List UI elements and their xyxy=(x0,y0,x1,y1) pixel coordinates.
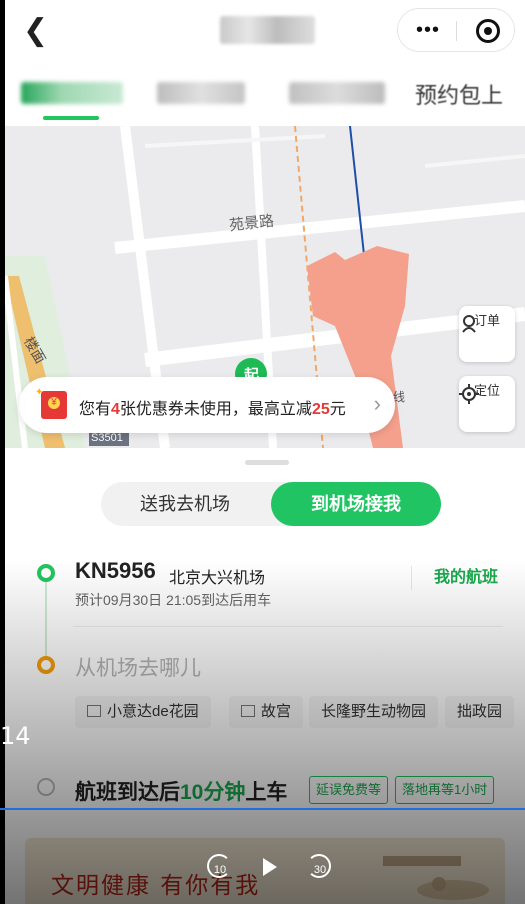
capsule-divider xyxy=(456,21,457,41)
tab-2[interactable] xyxy=(157,78,245,108)
tab-3[interactable] xyxy=(289,78,385,108)
back-arrow-icon[interactable]: ❮ xyxy=(23,16,51,48)
chevron-right-icon: › xyxy=(373,391,381,416)
page-title-redacted xyxy=(220,16,315,44)
top-nav-bar: ❮ ••• xyxy=(5,0,525,64)
more-dots-icon[interactable]: ••• xyxy=(416,19,440,42)
arrival-airport: 北京大兴机场 xyxy=(169,570,266,587)
forward-label: 30 xyxy=(313,864,327,876)
highway-shield-label: S3501 xyxy=(91,432,123,444)
video-timecode: 14 xyxy=(0,722,31,750)
trip-mode-switch: 送我去机场 到机场接我 xyxy=(101,482,441,526)
tab-3-label-redacted xyxy=(289,82,385,104)
flight-eta: 预计09月30日 21:05到达后用车 xyxy=(75,592,272,608)
rewind-10-button[interactable]: 10 xyxy=(205,852,235,882)
destination-input[interactable]: 从机场去哪儿 xyxy=(75,652,201,682)
wait-prefix: 航班到达后 xyxy=(75,781,180,804)
delay-free-wait-tag: 延误免费等 xyxy=(309,776,389,804)
booking-panel: 送我去机场 到机场接我 KN5956 北京大兴机场 预计09月30日 21:05… xyxy=(5,448,525,904)
tab-1-label-redacted xyxy=(21,82,123,104)
destination-suggestions: 小意达de花园 故宫 长隆野生动物园 拙政园 xyxy=(75,696,525,728)
coupon-suffix: 元 xyxy=(329,401,346,418)
wait-policy-text: 航班到达后10分钟上车 xyxy=(75,776,287,806)
suggestion-label: 小意达de花园 xyxy=(107,703,199,720)
my-flight-button[interactable]: 我的航班 xyxy=(411,566,498,590)
coupon-prefix: 您有 xyxy=(79,401,112,418)
locate-crosshair-icon xyxy=(459,384,479,404)
mode-to-airport[interactable]: 送我去机场 xyxy=(101,482,269,526)
route-connector-line xyxy=(45,582,47,658)
tab-1[interactable] xyxy=(21,78,123,108)
suggestion-chip-4[interactable]: 拙政园 xyxy=(445,696,515,728)
tab-active-indicator xyxy=(43,116,99,120)
user-order-icon xyxy=(462,315,476,333)
tab-4-label: 预约包上 xyxy=(415,83,504,108)
coupon-amount: 25 xyxy=(311,401,330,418)
coupon-middle: 张优惠券未使用，最高立减 xyxy=(119,401,312,418)
landing-wait-tag: 落地再等1小时 xyxy=(395,776,495,804)
suggestion-chip-3[interactable]: 长隆野生动物园 xyxy=(309,696,439,728)
briefcase-icon xyxy=(241,705,255,717)
wait-minutes: 10分钟 xyxy=(180,781,246,804)
locate-button[interactable]: 定位 xyxy=(459,376,515,432)
flight-info-row[interactable]: KN5956 北京大兴机场 预计09月30日 21:05到达后用车 我的航班 xyxy=(5,554,525,624)
suggestion-chip-home[interactable]: 小意达de花园 xyxy=(75,696,211,728)
origin-dot-icon xyxy=(37,564,55,582)
clock-icon xyxy=(37,778,55,796)
forward-30-button[interactable]: 30 xyxy=(305,852,335,882)
wait-policy-row: 航班到达后10分钟上车 延误免费等 落地再等1小时 xyxy=(5,770,525,810)
rewind-label: 10 xyxy=(213,864,227,876)
video-progress-line[interactable] xyxy=(0,808,525,810)
destination-row[interactable]: 从机场去哪儿 xyxy=(5,648,525,688)
red-envelope-icon xyxy=(41,391,67,419)
home-icon xyxy=(87,705,101,717)
destination-dot-icon xyxy=(37,656,55,674)
mode-pickup-at-airport[interactable]: 到机场接我 xyxy=(271,482,441,526)
suggestion-label: 拙政园 xyxy=(457,703,503,720)
coupon-banner[interactable]: ✦ 您有4张优惠券未使用，最高立减25元 › xyxy=(19,377,395,433)
order-button[interactable]: 订单 xyxy=(459,306,515,362)
suggestion-chip-work[interactable]: 故宫 xyxy=(229,696,304,728)
suggestion-label: 故宫 xyxy=(261,703,292,720)
tab-2-label-redacted xyxy=(157,82,245,104)
row-divider xyxy=(73,626,503,627)
play-icon[interactable] xyxy=(263,858,277,876)
drag-handle[interactable] xyxy=(245,460,289,465)
wait-suffix: 上车 xyxy=(245,781,288,804)
banner-illustration xyxy=(383,856,489,900)
tab-4[interactable]: 预约包上 xyxy=(415,78,525,108)
record-target-icon[interactable] xyxy=(476,19,500,43)
flight-number: KN5956 xyxy=(75,558,156,583)
coupon-text: 您有4张优惠券未使用，最高立减25元 xyxy=(79,395,346,419)
service-tabs: 预约包上 xyxy=(5,64,525,126)
mini-program-capsule: ••• xyxy=(397,8,515,52)
app-frame: ❮ ••• 预约包上 起 苑景路 楼面 S3501 线 订单 定位 ✦ ¥ 您有… xyxy=(5,0,525,904)
suggestion-label: 长隆野生动物园 xyxy=(321,703,427,720)
coupon-count: 4 xyxy=(111,401,120,418)
